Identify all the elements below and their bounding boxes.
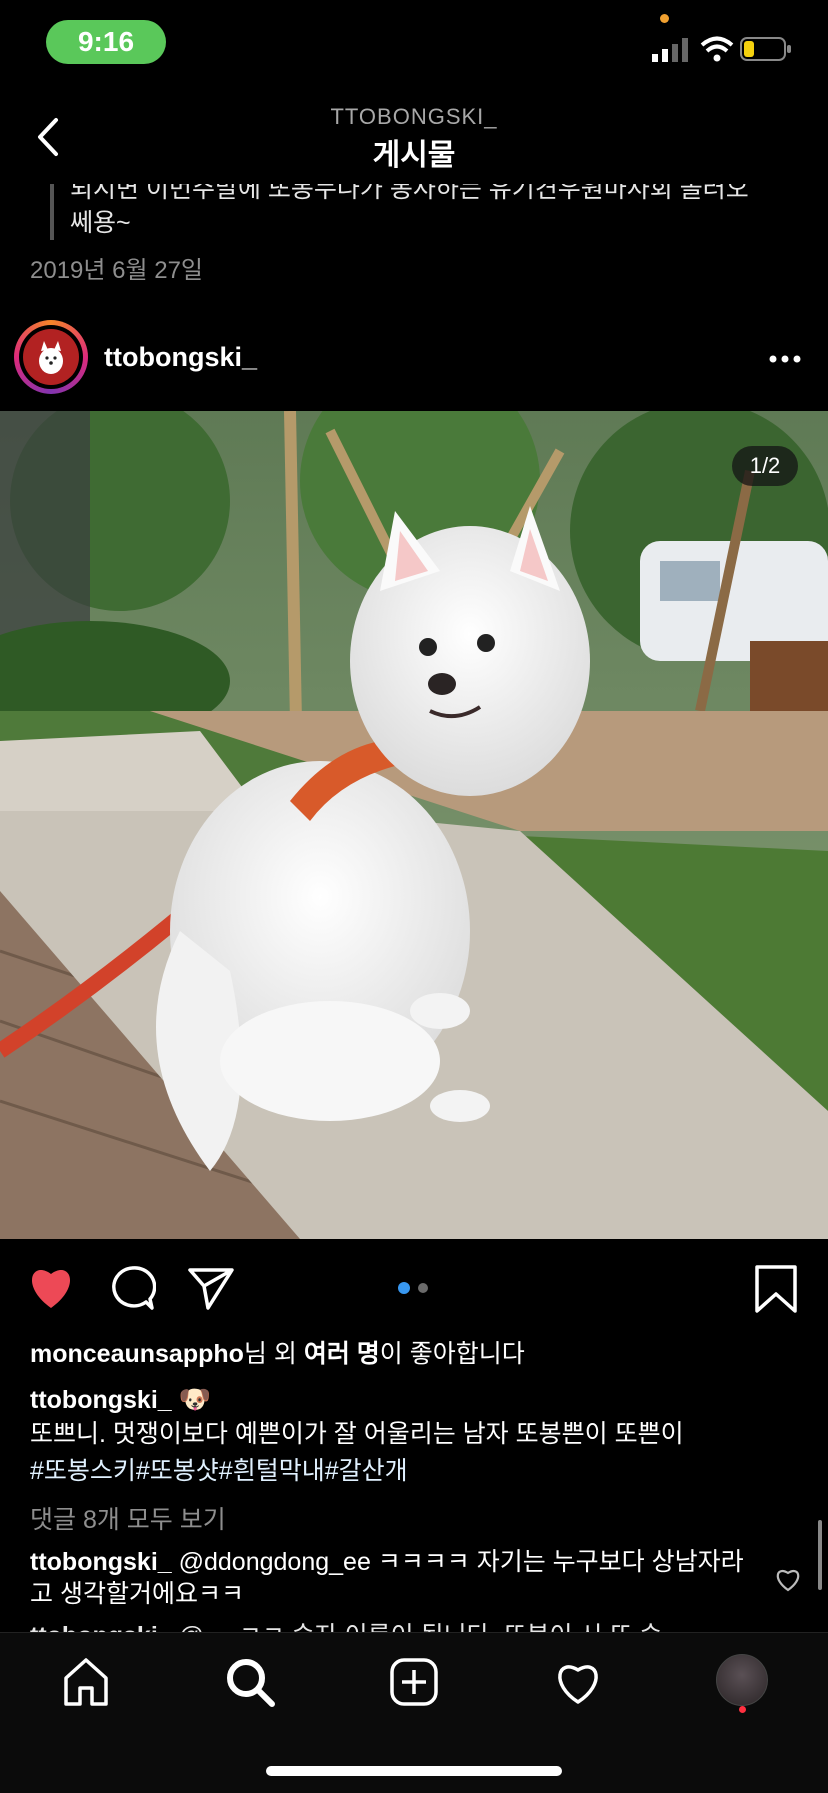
dog-emoji: 🐶 bbox=[178, 1384, 211, 1414]
dog-avatar-icon bbox=[39, 341, 63, 374]
wifi-icon bbox=[700, 36, 734, 62]
likes-text-2: 이 좋아합니다 bbox=[379, 1340, 525, 1368]
comment-text: @ ... ㅋㅋ 숫자 이름이 됩니다. 또봉이 시 또 숫 bbox=[179, 1622, 663, 1632]
view-all-comments-link[interactable]: 댓글 8개 모두 보기 bbox=[30, 1500, 226, 1536]
likes-others[interactable]: 여러 명 bbox=[304, 1340, 380, 1368]
privacy-indicator-dot bbox=[660, 14, 669, 23]
header-username: TTOBONGSKI_ bbox=[330, 104, 498, 129]
likes-text-1: 님 외 bbox=[243, 1340, 304, 1368]
dog-photo-illustration bbox=[0, 411, 828, 1239]
search-icon[interactable] bbox=[222, 1654, 278, 1710]
liked-by-user[interactable]: monceaunsappho bbox=[30, 1340, 244, 1368]
caption-hashtags[interactable]: #또봉스키#또봉샷#흰털막내#갈산개 bbox=[30, 1451, 408, 1487]
comment-username[interactable]: ttobongski_ bbox=[30, 1548, 172, 1576]
activity-icon[interactable] bbox=[550, 1654, 606, 1710]
home-icon[interactable] bbox=[58, 1654, 114, 1710]
status-time: 9:16 bbox=[46, 20, 166, 64]
scrollbar[interactable] bbox=[818, 1520, 822, 1590]
likes-summary[interactable]: monceaunsappho님 외 여러 명이 좋아합니다 bbox=[30, 1334, 525, 1370]
comment-icon[interactable] bbox=[108, 1264, 156, 1312]
post-photo[interactable] bbox=[0, 411, 828, 1239]
bookmark-icon[interactable] bbox=[754, 1264, 798, 1314]
signal-icon bbox=[652, 38, 688, 62]
image-counter: 1/2 bbox=[732, 446, 798, 486]
heart-icon[interactable] bbox=[26, 1264, 76, 1310]
add-post-icon[interactable] bbox=[386, 1654, 442, 1710]
carousel-dot bbox=[418, 1283, 428, 1293]
page-title: 게시물 bbox=[372, 139, 456, 172]
more-icon[interactable] bbox=[768, 354, 802, 364]
caption-username-line: ttobongski_ 🐶 bbox=[30, 1384, 211, 1415]
post-username[interactable]: ttobongski_ bbox=[104, 342, 257, 373]
comment-item-partial: ttobongski_ @ ... ㅋㅋ 숫자 이름이 됩니다. 또봉이 시 또… bbox=[30, 1620, 750, 1632]
carousel-dot-active bbox=[398, 1282, 410, 1294]
notification-dot bbox=[739, 1706, 746, 1713]
comment-item: ttobongski_ @ddongdong_ee ㅋㅋㅋㅋ 자기는 누구보다 … bbox=[30, 1546, 750, 1610]
comment-username[interactable]: ttobongski_ bbox=[30, 1622, 172, 1632]
comment-like-icon[interactable] bbox=[774, 1566, 802, 1592]
caption-text: 또쁘니. 멋쟁이보다 예쁜이가 잘 어울리는 남자 또봉쁜이 또쁜이 bbox=[30, 1420, 684, 1448]
avatar[interactable] bbox=[23, 329, 79, 385]
home-indicator[interactable] bbox=[266, 1766, 562, 1776]
profile-avatar[interactable] bbox=[716, 1654, 768, 1706]
previous-post-date: 2019년 6월 27일 bbox=[30, 257, 204, 284]
caption-username[interactable]: ttobongski_ bbox=[30, 1386, 172, 1414]
battery-icon bbox=[740, 37, 791, 61]
share-icon[interactable] bbox=[186, 1264, 236, 1312]
